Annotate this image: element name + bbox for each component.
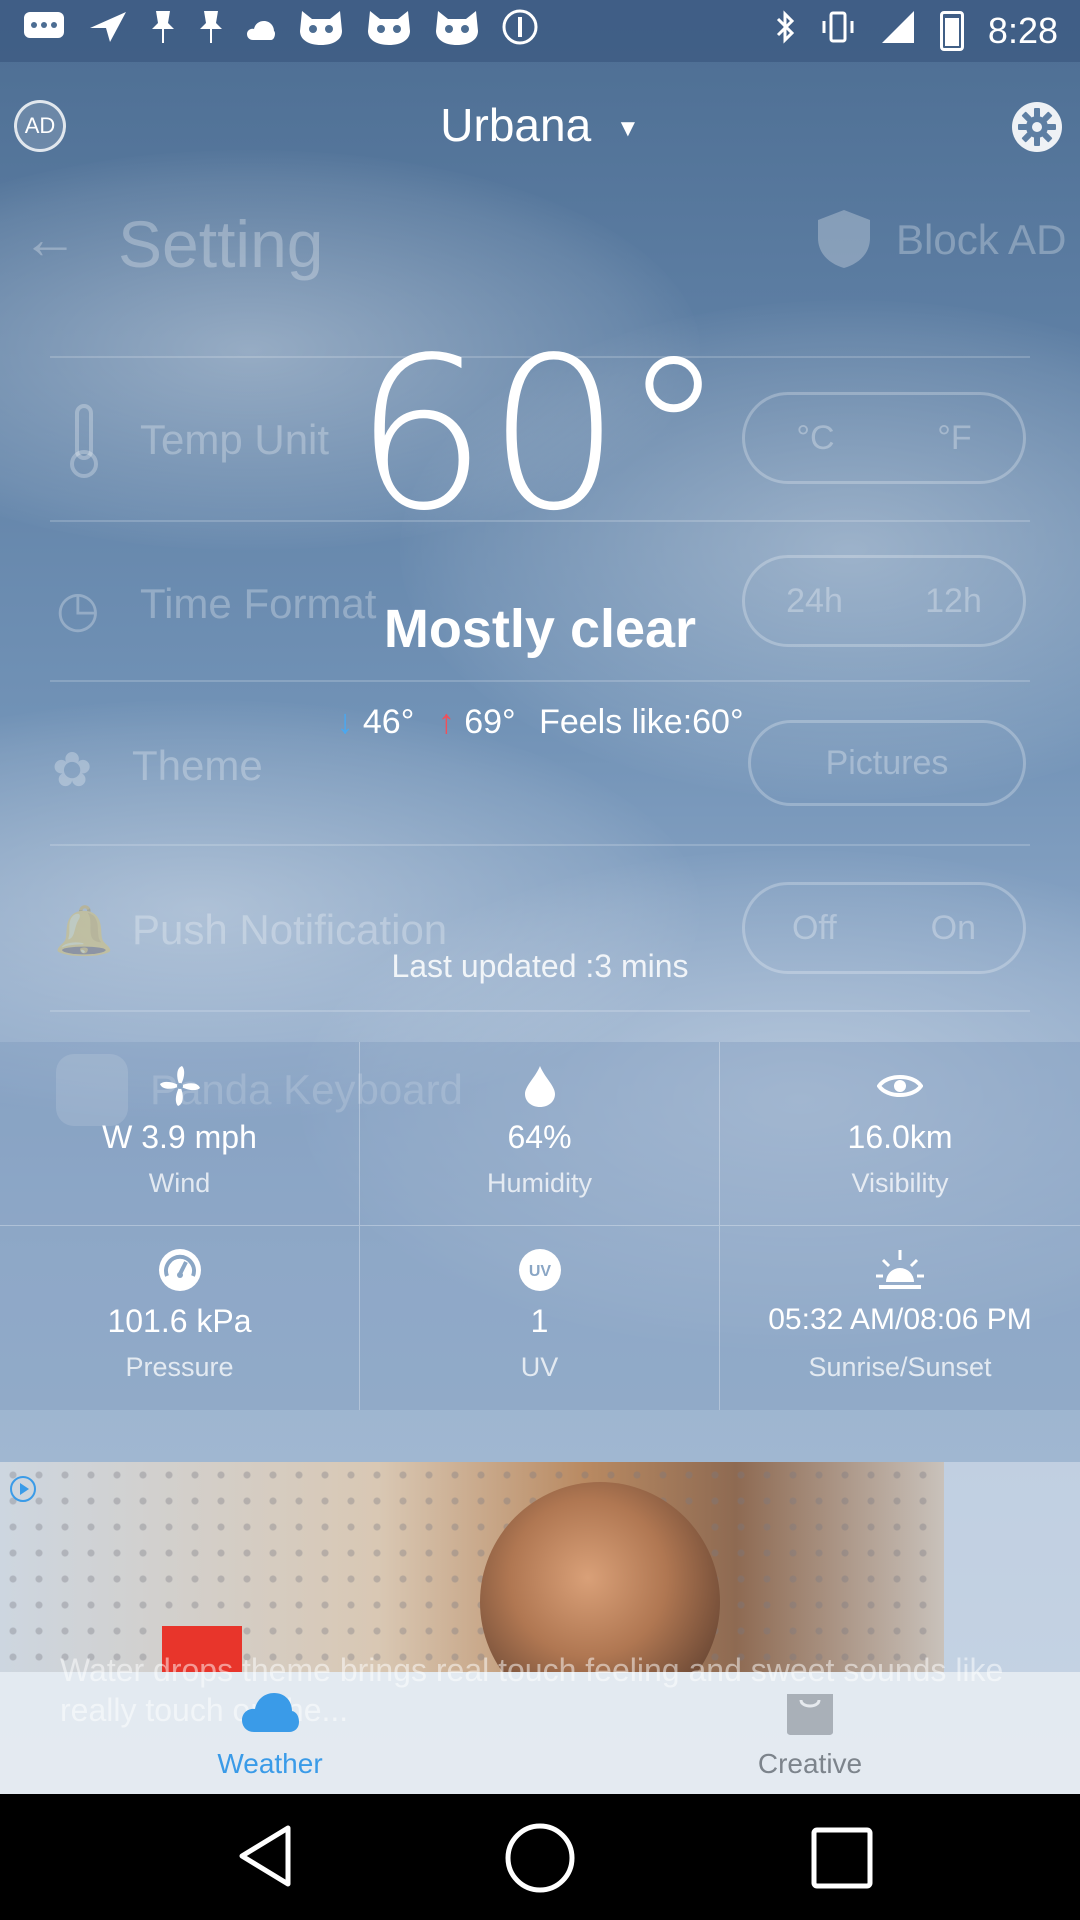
low-temperature: 46°	[362, 703, 415, 741]
block-ad-label: Block AD	[896, 216, 1067, 263]
ad-side-panel	[944, 1462, 1080, 1672]
chevron-down-icon[interactable]: ▼	[616, 115, 640, 142]
visibility-value: 16.0km	[847, 1119, 953, 1155]
sunrise-sunset-label: Sunrise/Sunset	[808, 1352, 992, 1382]
eye-icon	[720, 1064, 1080, 1108]
battery-icon	[939, 11, 964, 51]
droplet-icon	[360, 1064, 719, 1108]
sunrise-sunset-value: 05:32 AM/08:06 PM	[768, 1303, 1032, 1336]
fan-icon	[0, 1064, 359, 1108]
current-temperature: 60°	[353, 312, 727, 557]
wind-label: Wind	[148, 1168, 211, 1198]
alert-icon	[502, 9, 538, 54]
bluetooth-icon	[774, 9, 796, 54]
ad-choices-icon[interactable]	[10, 1476, 36, 1507]
pressure-cell: 101.6 kPa Pressure	[0, 1226, 360, 1410]
off-option[interactable]: Off	[792, 909, 837, 948]
pressure-value: 101.6 kPa	[107, 1303, 252, 1339]
theme-label: Theme	[132, 742, 263, 789]
tab-weather-label[interactable]: Weather	[120, 1748, 420, 1780]
chat-icon	[22, 10, 66, 53]
gauge-icon	[0, 1248, 359, 1292]
divider	[50, 1010, 1030, 1012]
humidity-label: Humidity	[486, 1168, 593, 1198]
visibility-cell: 16.0km Visibility	[720, 1042, 1080, 1226]
svg-text:UV: UV	[528, 1263, 551, 1280]
uv-label: UV	[520, 1352, 559, 1382]
clock-time: 8:28	[987, 10, 1058, 51]
back-arrow-icon: ←	[22, 207, 78, 270]
sunrise-sunset-cell: 05:32 AM/08:06 PM Sunrise/Sunset	[720, 1226, 1080, 1410]
tab-creative-label[interactable]: Creative	[660, 1748, 960, 1780]
humidity-value: 64%	[507, 1119, 572, 1155]
cat-icon	[434, 7, 480, 56]
pin-icon	[198, 9, 224, 54]
uv-icon: UV	[360, 1248, 719, 1292]
city-selector[interactable]: Urbana ▼	[0, 98, 1080, 152]
feels-like: Feels like:60°	[539, 703, 744, 741]
shield-icon	[812, 206, 876, 270]
weather-screen: ← Setting Block AD Temp Unit °C °F ◷ Tim…	[0, 0, 1080, 1794]
temperature-range: ↓ 46° ↑ 69° Feels like:60°	[0, 703, 1080, 742]
system-icons: 8:28	[774, 9, 1058, 54]
notification-icons	[22, 7, 538, 56]
weather-condition: Mostly clear	[383, 599, 697, 659]
gear-icon[interactable]	[1010, 100, 1064, 154]
cat-icon	[298, 7, 344, 56]
pressure-label: Pressure	[125, 1352, 234, 1382]
uv-cell: UV 1 UV	[360, 1226, 720, 1410]
low-arrow-icon: ↓	[336, 703, 354, 741]
ad-banner[interactable]	[0, 1462, 944, 1672]
weather-details-grid: W 3.9 mph Wind 64% Humidity 16.0km Visib…	[0, 1042, 1080, 1410]
city-name[interactable]: Urbana	[440, 99, 591, 151]
high-arrow-icon: ↑	[437, 703, 455, 741]
push-notification-label: Push Notification	[132, 906, 448, 953]
settings-title: Setting	[118, 207, 324, 281]
cloud-icon	[120, 1684, 420, 1740]
tab-weather[interactable]: Weather	[120, 1684, 420, 1780]
visibility-label: Visibility	[851, 1168, 949, 1198]
keyboard-pattern	[0, 1462, 944, 1672]
wind-value: W 3.9 mph	[102, 1119, 257, 1155]
vibrate-icon	[820, 9, 856, 54]
system-navigation-bar	[0, 1794, 1080, 1920]
palette-icon: ✿	[52, 744, 93, 797]
sunrise-icon	[720, 1248, 1080, 1292]
divider	[50, 844, 1030, 846]
home-icon[interactable]	[504, 1822, 576, 1899]
high-temperature: 69°	[464, 703, 516, 741]
cloud-icon	[246, 12, 276, 51]
bag-icon	[660, 1684, 960, 1740]
signal-icon	[880, 9, 916, 54]
pictures-option[interactable]: Pictures	[826, 744, 949, 783]
on-option[interactable]: On	[931, 909, 976, 948]
recents-icon[interactable]	[810, 1826, 874, 1895]
status-bar: 8:28	[0, 0, 1080, 62]
cat-icon	[366, 7, 412, 56]
pin-icon	[150, 9, 176, 54]
last-updated: Last updated :3 mins	[391, 948, 689, 984]
back-icon[interactable]	[236, 1824, 294, 1893]
divider	[50, 680, 1030, 682]
uv-value: 1	[530, 1303, 549, 1339]
tab-creative[interactable]: Creative	[660, 1684, 960, 1780]
wind-cell: W 3.9 mph Wind	[0, 1042, 360, 1226]
humidity-cell: 64% Humidity	[360, 1042, 720, 1226]
navigation-icon	[88, 10, 128, 53]
